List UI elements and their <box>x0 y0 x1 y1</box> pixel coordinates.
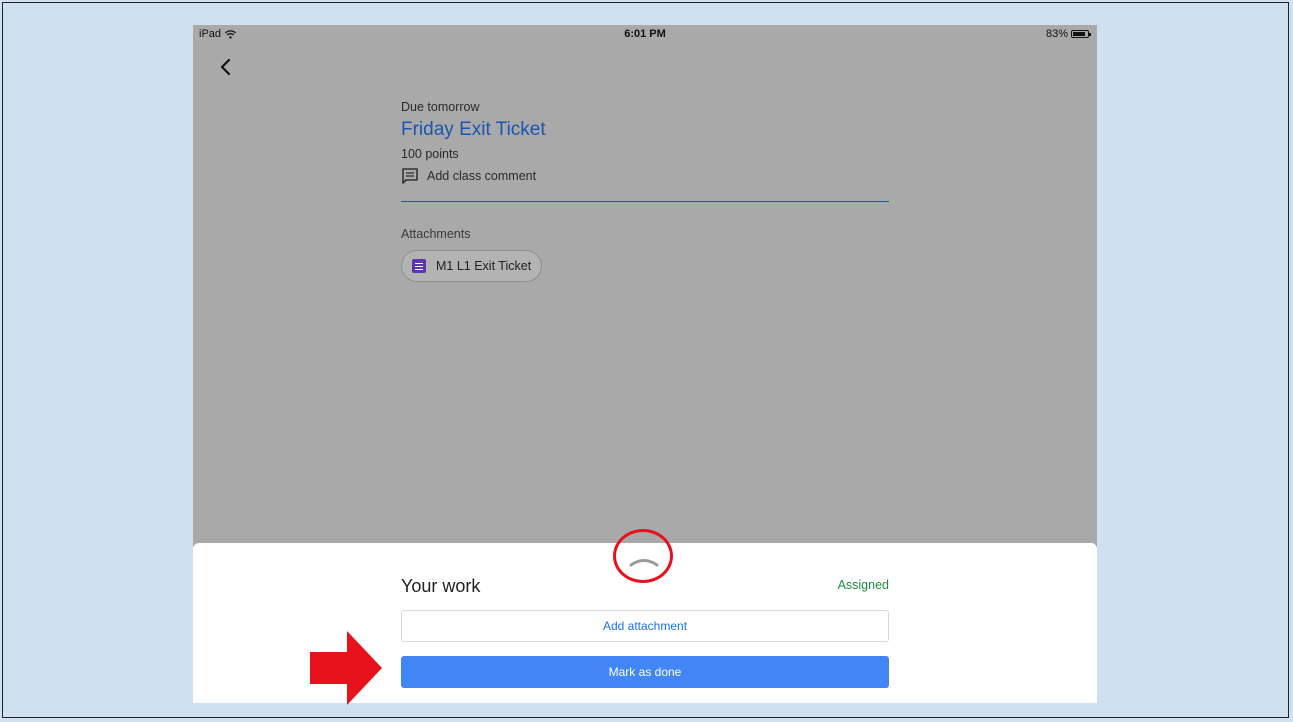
attachment-chip[interactable]: M1 L1 Exit Ticket <box>401 250 543 282</box>
battery-icon <box>1071 30 1091 38</box>
assignment-title: Friday Exit Ticket <box>401 119 546 140</box>
back-arrow-icon <box>220 58 231 76</box>
add-attachment-button[interactable]: Add attachment <box>401 610 889 642</box>
status-bar: iPad 6:01 PM 83% <box>193 25 1097 45</box>
attachment-name: M1 L1 Exit Ticket <box>436 259 532 273</box>
status-badge: Assigned <box>837 578 889 592</box>
comment-icon <box>402 168 418 184</box>
your-work-heading: Your work <box>401 576 481 596</box>
mark-as-done-button[interactable]: Mark as done <box>401 656 889 688</box>
due-date: Due tomorrow <box>401 100 480 114</box>
divider <box>401 201 889 202</box>
battery-percent: 83% <box>1045 28 1068 40</box>
highlight-circle <box>613 529 673 583</box>
add-class-comment[interactable]: Add class comment <box>401 167 889 185</box>
assignment-details: Due tomorrow Friday Exit Ticket 100 poin… <box>401 100 889 282</box>
status-time: 6:01 PM <box>624 28 666 40</box>
attachments-heading: Attachments <box>401 227 471 241</box>
google-forms-icon <box>412 259 426 273</box>
ipad-screen: iPad 6:01 PM 83% Due tomorrow Friday Exi… <box>193 25 1097 703</box>
back-button[interactable] <box>217 55 237 79</box>
add-class-comment-label: Add class comment <box>427 169 537 183</box>
points: 100 points <box>401 147 459 161</box>
red-arrow-icon <box>310 631 382 705</box>
